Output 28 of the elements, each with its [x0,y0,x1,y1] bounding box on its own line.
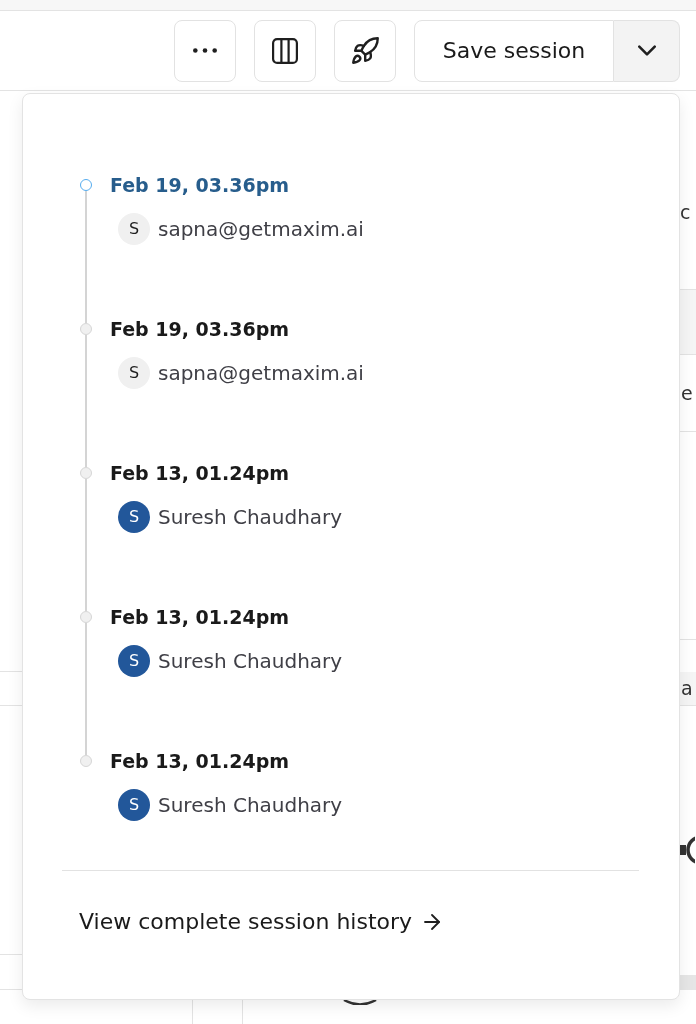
rocket-button[interactable] [334,19,396,82]
rocket-icon [351,37,379,64]
timestamp[interactable]: Feb 13, 01.24pm [110,459,343,487]
chevron-down-icon [637,45,656,56]
table-cell-text: c [680,201,691,223]
arrow-right-icon [424,914,441,930]
table-cell-text: e [681,382,693,404]
timestamp[interactable]: Feb 13, 01.24pm [110,747,343,775]
columns-icon [272,37,298,64]
avatar: S [118,501,150,533]
user-name: Suresh Chaudhary [158,648,343,675]
columns-button[interactable] [254,19,316,82]
timestamp[interactable]: Feb 13, 01.24pm [110,603,343,631]
timestamp[interactable]: Feb 19, 03.36pm [110,171,364,199]
more-icon [193,48,217,53]
avatar: S [118,789,150,821]
avatar: S [118,645,150,677]
user-name: sapna@getmaxim.ai [158,360,364,387]
dropdown-toggle-button[interactable] [614,19,680,82]
save-session-button[interactable]: Save session [414,19,614,82]
avatar: S [118,213,150,245]
user-name: Suresh Chaudhary [158,504,343,531]
session-history-link[interactable]: View complete session history [79,907,441,937]
timestamp[interactable]: Feb 19, 03.36pm [110,315,364,343]
user-name: sapna@getmaxim.ai [158,216,364,243]
circle-node-icon [343,1000,377,1005]
user-name: Suresh Chaudhary [158,792,343,819]
avatar: S [118,357,150,389]
